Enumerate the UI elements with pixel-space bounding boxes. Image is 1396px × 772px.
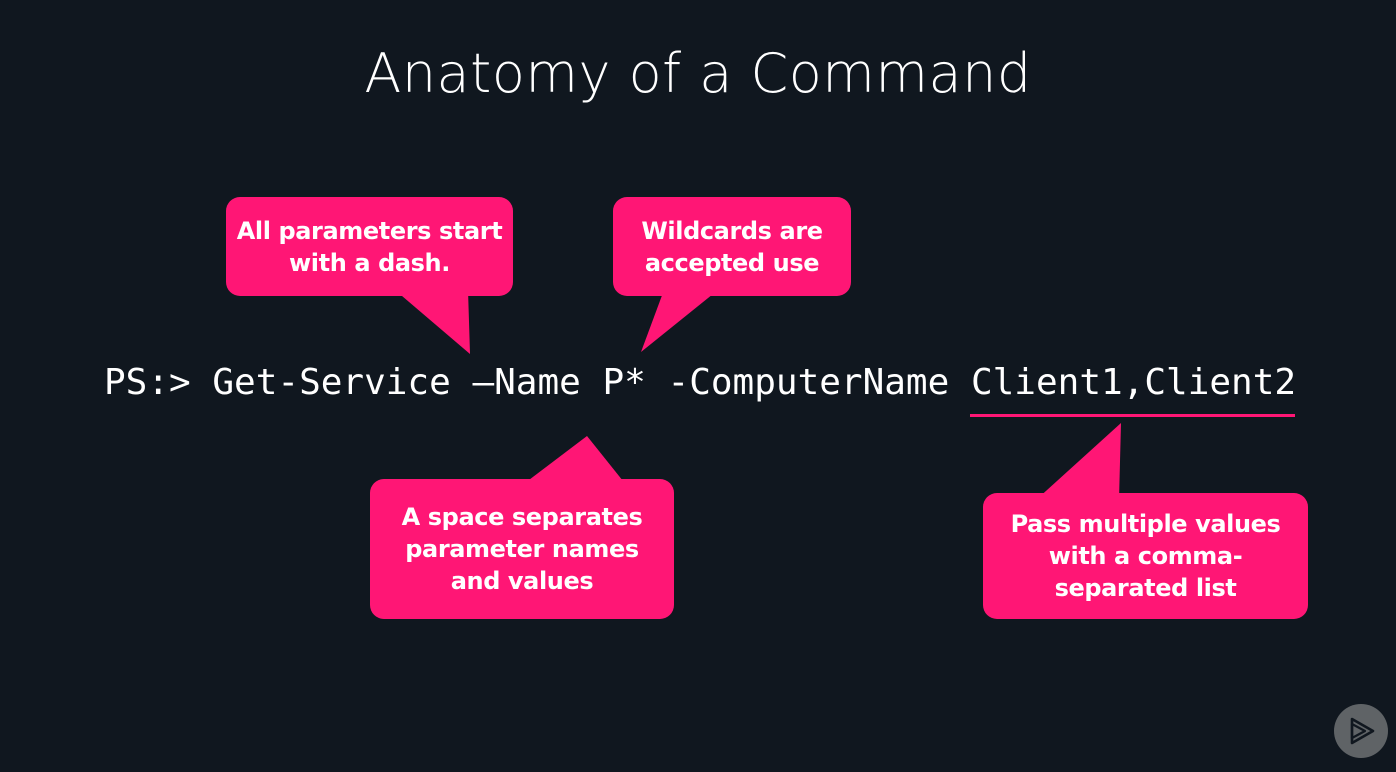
callout-line: parameter names <box>405 535 639 563</box>
callout-wildcard-pointer <box>641 290 718 352</box>
callout-values-pointer <box>1036 423 1121 500</box>
callout-line: Pass multiple values <box>1010 510 1281 538</box>
callout-line: with a comma- <box>1048 542 1243 570</box>
callout-values-text: Pass multiple values with a comma- separ… <box>983 508 1308 604</box>
command-line: PS:> Get-Service —Name P* -ComputerName … <box>104 362 1297 403</box>
callout-line: separated list <box>1054 574 1237 602</box>
callout-line: A space separates <box>401 503 643 531</box>
callout-dash-text: All parameters start with a dash. <box>226 215 513 279</box>
values-underline <box>970 414 1295 417</box>
callout-line: All parameters start <box>236 217 503 245</box>
play-triangle-icon <box>1334 704 1388 758</box>
callout-wildcard-text: Wildcards are accepted use <box>613 215 851 279</box>
callout-space-text: A space separates parameter names and va… <box>370 501 674 597</box>
callout-line: Wildcards are <box>641 217 823 245</box>
callout-dash-pointer <box>395 290 470 354</box>
slide: Anatomy of a Command PS:> Get-Service —N… <box>0 0 1396 772</box>
callout-line: with a dash. <box>289 249 450 277</box>
callout-space-pointer <box>521 436 627 486</box>
callout-line: accepted use <box>644 249 820 277</box>
callout-line: and values <box>450 567 594 595</box>
